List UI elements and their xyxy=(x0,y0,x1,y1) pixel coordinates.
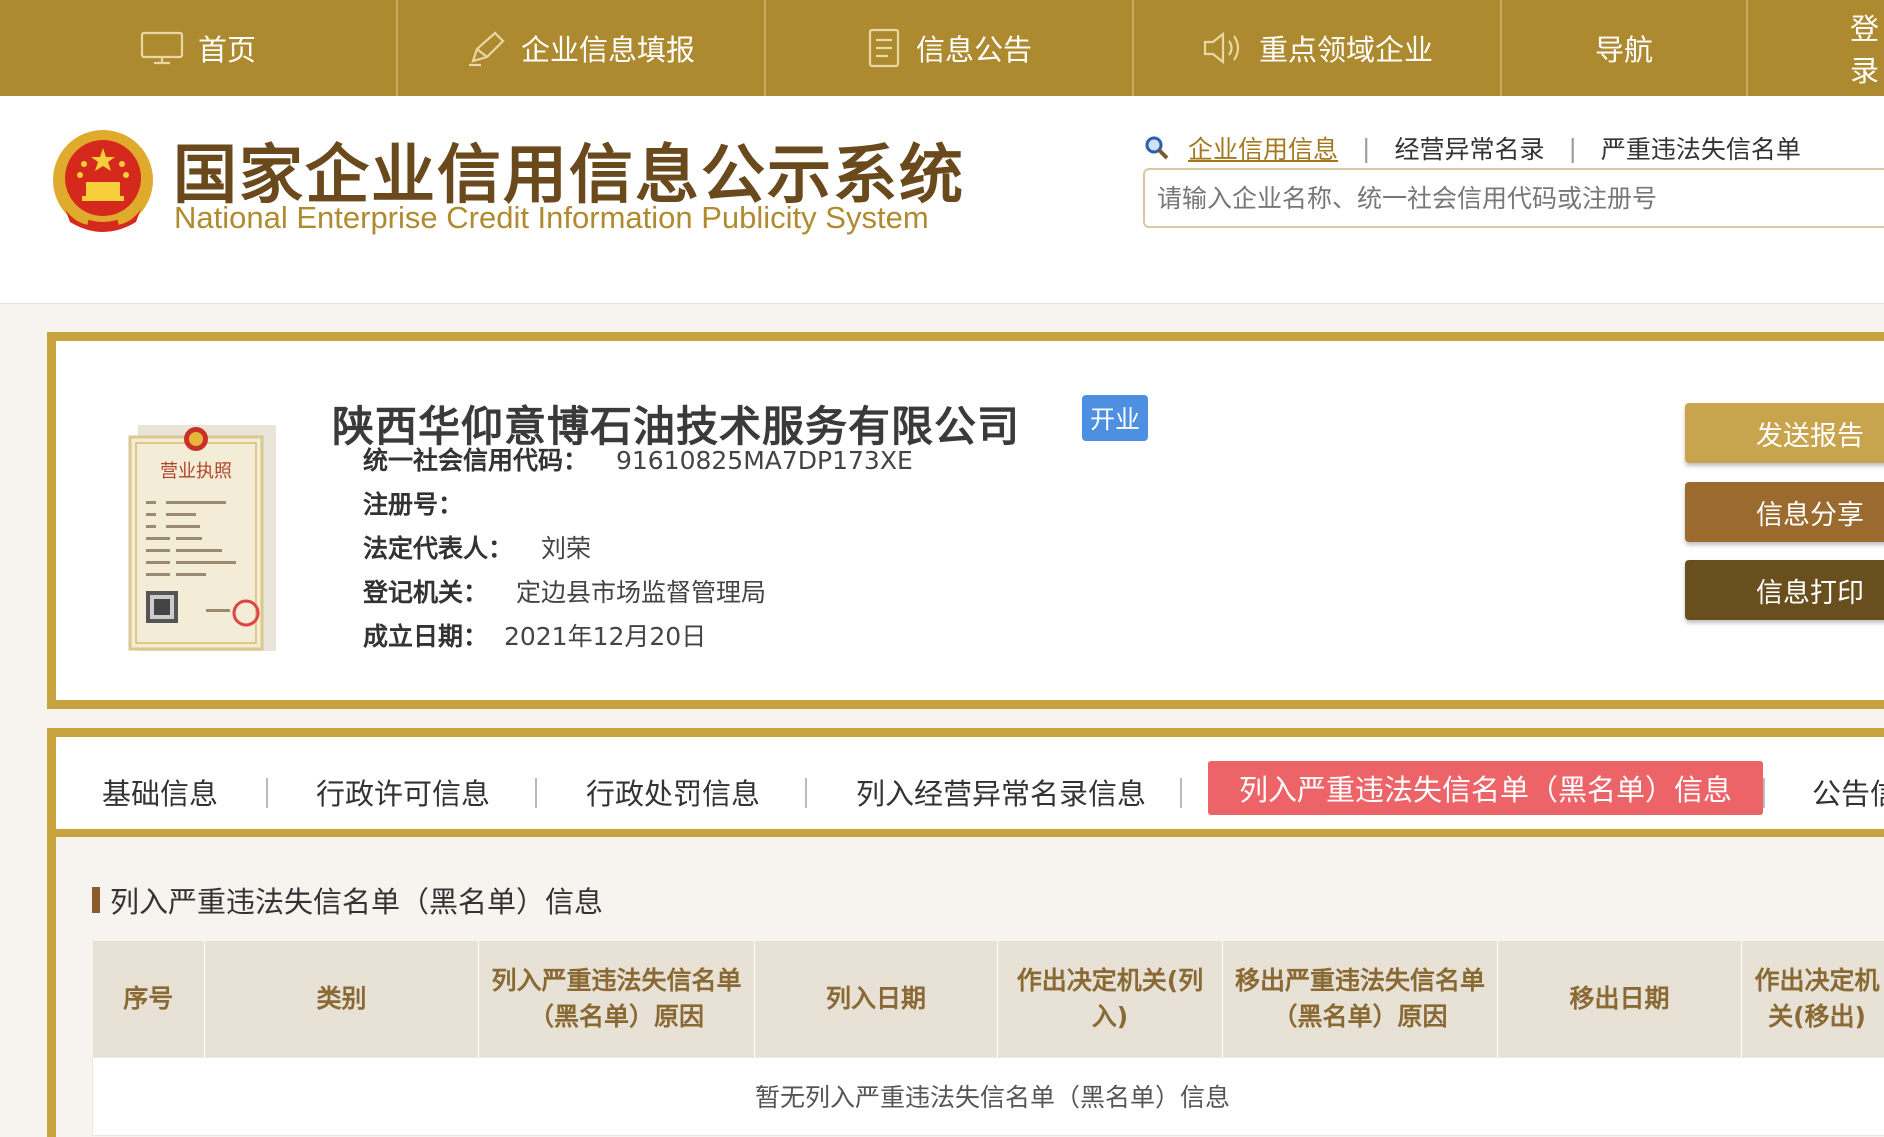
nav-item-label: 信息公告 xyxy=(915,33,1032,67)
site-header: 国家企业信用信息公示系统 National Enterprise Credit … xyxy=(0,96,1884,304)
tab-separator xyxy=(535,778,537,808)
info-label: 注册号： xyxy=(363,490,464,519)
top-navigation: 首页 企业信息填报 信息公告 重点领域企业 导航 登录 xyxy=(0,0,1884,96)
share-info-button[interactable]: 信息分享 xyxy=(1685,482,1884,542)
info-row-established: 成立日期： 2021年12月20日 xyxy=(363,617,706,653)
nav-item-home[interactable]: 首页 xyxy=(0,0,398,96)
section-title: 列入严重违法失信名单（黑名单）信息 xyxy=(92,879,603,921)
column-header: 类别 xyxy=(204,941,479,1057)
nav-item-report[interactable]: 企业信息填报 xyxy=(398,0,766,96)
status-badge: 开业 xyxy=(1082,395,1148,441)
license-title: 营业执照 xyxy=(160,461,232,482)
blacklist-table: 序号 类别 列入严重违法失信名单（黑名单）原因 列入日期 作出决定机关(列入) … xyxy=(92,941,1884,1136)
site-subtitle: National Enterprise Credit Information P… xyxy=(174,200,929,235)
column-header: 移出日期 xyxy=(1497,941,1742,1057)
send-report-button[interactable]: 发送报告 xyxy=(1685,403,1884,463)
print-info-button[interactable]: 信息打印 xyxy=(1685,560,1884,620)
nav-item-label: 首页 xyxy=(197,33,256,67)
nav-item-label: 导航 xyxy=(1594,33,1653,67)
section-title-text: 列入严重违法失信名单（黑名单）信息 xyxy=(110,885,604,919)
info-row-legal-rep: 法定代表人： 刘荣 xyxy=(363,529,591,565)
separator: | xyxy=(1568,133,1577,163)
tab-announcement[interactable]: 公告信息 xyxy=(1812,771,1884,813)
tab-separator xyxy=(266,778,268,808)
tab-content: 列入严重违法失信名单（黑名单）信息 序号 类别 列入严重违法失信名单（黑名单）原… xyxy=(56,837,1884,1137)
speaker-icon xyxy=(1201,30,1245,66)
search-icon xyxy=(1144,135,1170,161)
nav-item-label: 重点领域企业 xyxy=(1258,33,1433,67)
column-header: 列入日期 xyxy=(754,941,998,1057)
column-header: 移出严重违法失信名单（黑名单）原因 xyxy=(1222,941,1498,1057)
column-header: 作出决定机关(列入) xyxy=(997,941,1223,1057)
nav-item-login[interactable]: 登录 xyxy=(1748,0,1884,96)
tab-admin-penalty[interactable]: 行政处罚信息 xyxy=(586,771,760,813)
info-label: 法定代表人： xyxy=(363,534,514,563)
info-label: 登记机关： xyxy=(363,578,489,607)
search-tab-blacklist[interactable]: 严重违法失信名单 xyxy=(1601,130,1801,166)
tab-blacklist[interactable]: 列入严重违法失信名单（黑名单）信息 xyxy=(1208,761,1764,815)
tab-abnormal-list[interactable]: 列入经营异常名录信息 xyxy=(856,771,1146,813)
info-row-authority: 登记机关： 定边县市场监督管理局 xyxy=(363,573,766,609)
column-header: 作出决定机关(移出) xyxy=(1741,941,1884,1057)
detail-section: 基础信息 行政许可信息 行政处罚信息 列入经营异常名录信息 列入严重违法失信名单… xyxy=(47,728,1884,1137)
search-input[interactable] xyxy=(1143,168,1884,228)
info-value: 定边县市场监督管理局 xyxy=(515,578,766,607)
tab-basic-info[interactable]: 基础信息 xyxy=(102,771,218,813)
table-row: 暂无列入严重违法失信名单（黑名单）信息 xyxy=(92,1056,1884,1136)
nav-item-navigation[interactable]: 导航 xyxy=(1502,0,1748,96)
info-row-credit-code: 统一社会信用代码： 91610825MA7DP173XE xyxy=(363,441,913,477)
empty-message: 暂无列入严重违法失信名单（黑名单）信息 xyxy=(92,1056,1884,1136)
nav-item-label: 企业信息填报 xyxy=(520,33,695,67)
table-header-row: 序号 类别 列入严重违法失信名单（黑名单）原因 列入日期 作出决定机关(列入) … xyxy=(92,941,1884,1057)
tab-separator xyxy=(805,778,807,808)
column-header: 列入严重违法失信名单（黑名单）原因 xyxy=(478,941,755,1057)
info-label: 成立日期： xyxy=(363,622,489,651)
info-row-reg-number: 注册号： xyxy=(363,485,463,521)
separator: | xyxy=(1362,133,1371,163)
monitor-icon xyxy=(140,30,184,66)
search-tab-credit-info[interactable]: 企业信用信息 xyxy=(1188,130,1338,166)
info-value: 91610825MA7DP173XE xyxy=(615,446,913,475)
national-emblem-icon xyxy=(53,130,153,232)
document-icon xyxy=(866,28,902,68)
nav-item-key-sectors[interactable]: 重点领域企业 xyxy=(1134,0,1502,96)
search-tab-abnormal-list[interactable]: 经营异常名录 xyxy=(1394,130,1544,166)
company-card: 营业执照 陕西华仰意博石油技术服务有限公司 开业 统一社会信用代码： 91610… xyxy=(47,332,1884,709)
info-label: 统一社会信用代码： xyxy=(363,446,589,475)
pen-icon xyxy=(467,29,507,67)
info-value: 刘荣 xyxy=(540,534,591,563)
title-bar-decoration xyxy=(92,887,100,913)
search-tabs: 企业信用信息 | 经营异常名录 | 严重违法失信名单 xyxy=(1144,130,1801,166)
tab-bar: 基础信息 行政许可信息 行政处罚信息 列入经营异常名录信息 列入严重违法失信名单… xyxy=(56,737,1884,837)
tab-admin-license[interactable]: 行政许可信息 xyxy=(316,771,490,813)
business-license-image: 营业执照 xyxy=(128,425,276,651)
info-value: 2021年12月20日 xyxy=(503,622,707,651)
nav-item-label: 登录 xyxy=(1850,12,1880,88)
tab-separator xyxy=(1180,778,1182,808)
tab-separator xyxy=(1763,778,1765,808)
column-header: 序号 xyxy=(92,941,205,1057)
nav-item-announcement[interactable]: 信息公告 xyxy=(766,0,1134,96)
